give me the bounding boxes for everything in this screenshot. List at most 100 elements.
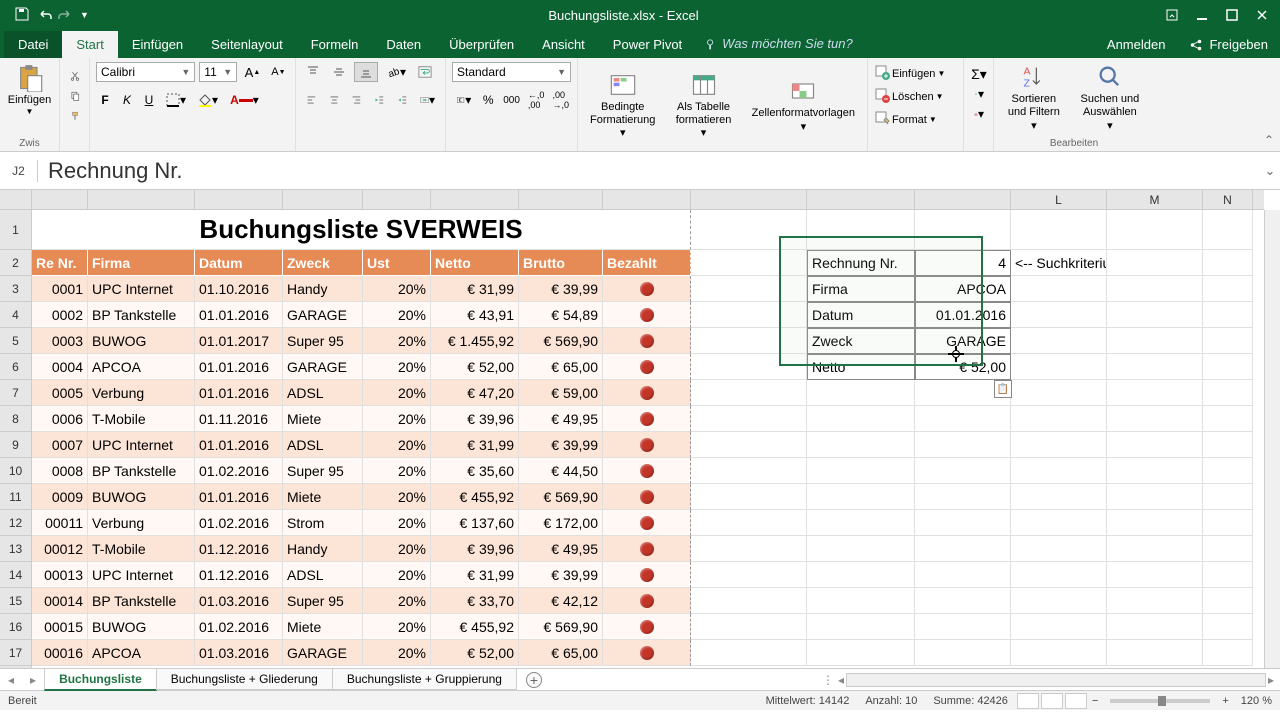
cell[interactable] xyxy=(691,536,807,562)
cell[interactable]: Ust xyxy=(363,250,431,276)
cell[interactable] xyxy=(1203,484,1253,510)
maximize-icon[interactable] xyxy=(1218,4,1246,26)
cell[interactable]: € 172,00 xyxy=(519,510,603,536)
cell[interactable]: € 39,96 xyxy=(431,536,519,562)
cell[interactable] xyxy=(1107,406,1203,432)
cell[interactable] xyxy=(1011,432,1107,458)
cell[interactable]: € 65,00 xyxy=(519,640,603,666)
cell[interactable]: 20% xyxy=(363,614,431,640)
cell[interactable]: APCOA xyxy=(88,640,195,666)
cell[interactable] xyxy=(1203,276,1253,302)
cell[interactable]: € 43,91 xyxy=(431,302,519,328)
cell[interactable] xyxy=(1011,588,1107,614)
cell[interactable]: 01.02.2016 xyxy=(195,614,283,640)
cell[interactable] xyxy=(691,640,807,666)
cell[interactable]: Zweck xyxy=(807,328,915,354)
cell[interactable] xyxy=(807,588,915,614)
cell[interactable] xyxy=(1203,210,1253,250)
cell[interactable]: 00012 xyxy=(32,536,88,562)
row-header[interactable]: 14 xyxy=(0,562,31,588)
hscroll-divider[interactable]: ⋮ xyxy=(820,673,836,687)
sheet-tab-1[interactable]: Buchungsliste xyxy=(44,669,157,691)
cell[interactable]: 01.02.2016 xyxy=(195,510,283,536)
vertical-scrollbar[interactable] xyxy=(1264,210,1280,668)
merge-center-icon[interactable]: ▾ xyxy=(416,90,439,110)
cell[interactable] xyxy=(915,484,1011,510)
cell[interactable] xyxy=(1203,510,1253,536)
cell[interactable] xyxy=(691,302,807,328)
cell[interactable]: Datum xyxy=(807,302,915,328)
cell[interactable]: € 569,90 xyxy=(519,484,603,510)
sort-filter-button[interactable]: AZSortieren und Filtern▾ xyxy=(1000,61,1068,135)
column-header[interactable]: N xyxy=(1203,190,1253,209)
cell[interactable]: Super 95 xyxy=(283,458,363,484)
cell[interactable]: 01.12.2016 xyxy=(195,562,283,588)
paste-button[interactable]: Einfügen▼ xyxy=(6,62,53,119)
tab-insert[interactable]: Einfügen xyxy=(118,31,197,58)
insert-cells-icon[interactable] xyxy=(874,64,890,83)
cell[interactable] xyxy=(603,458,691,484)
column-header[interactable] xyxy=(32,190,88,209)
row-header[interactable]: 16 xyxy=(0,614,31,640)
cell[interactable]: T-Mobile xyxy=(88,536,195,562)
cell[interactable]: Handy xyxy=(283,276,363,302)
zoom-in-button[interactable]: + xyxy=(1218,695,1232,707)
cell[interactable] xyxy=(1011,406,1107,432)
cell[interactable]: 20% xyxy=(363,640,431,666)
cell[interactable]: 20% xyxy=(363,588,431,614)
cell[interactable]: GARAGE xyxy=(283,640,363,666)
formula-input[interactable]: Rechnung Nr. xyxy=(38,154,1260,188)
tab-file[interactable]: Datei xyxy=(4,31,62,58)
wrap-text-icon[interactable] xyxy=(414,62,436,82)
fill-color-icon[interactable]: ▾ xyxy=(194,90,222,110)
cell[interactable] xyxy=(1107,328,1203,354)
row-header[interactable]: 3 xyxy=(0,276,31,302)
cell[interactable]: 20% xyxy=(363,562,431,588)
align-bottom-icon[interactable] xyxy=(354,62,378,82)
cell[interactable]: 01.10.2016 xyxy=(195,276,283,302)
column-header[interactable] xyxy=(603,190,691,209)
align-right-icon[interactable] xyxy=(347,90,366,110)
cell[interactable] xyxy=(915,458,1011,484)
cell[interactable]: € 47,20 xyxy=(431,380,519,406)
title-cell[interactable]: Buchungsliste SVERWEIS xyxy=(32,210,691,250)
cell[interactable]: € 35,60 xyxy=(431,458,519,484)
normal-view-icon[interactable] xyxy=(1017,693,1039,709)
cell[interactable]: 00013 xyxy=(32,562,88,588)
cell[interactable]: € 137,60 xyxy=(431,510,519,536)
cell[interactable]: Netto xyxy=(807,354,915,380)
cell[interactable] xyxy=(1203,432,1253,458)
tab-review[interactable]: Überprüfen xyxy=(435,31,528,58)
cell[interactable] xyxy=(691,588,807,614)
cell[interactable]: Bezahlt xyxy=(603,250,691,276)
cell[interactable]: € 49,95 xyxy=(519,536,603,562)
cell[interactable] xyxy=(1107,380,1203,406)
cell[interactable] xyxy=(1107,640,1203,666)
cell[interactable] xyxy=(1203,406,1253,432)
sheet-nav-next[interactable]: ▸ xyxy=(22,673,44,687)
cell[interactable]: Super 95 xyxy=(283,328,363,354)
cell[interactable]: BUWOG xyxy=(88,484,195,510)
cell[interactable] xyxy=(603,406,691,432)
align-top-icon[interactable] xyxy=(302,62,324,82)
cell[interactable]: <-- Suchkriterium xyxy=(1011,250,1107,276)
cell[interactable]: 01.03.2016 xyxy=(195,588,283,614)
cell[interactable] xyxy=(807,614,915,640)
cell[interactable] xyxy=(1203,328,1253,354)
cell[interactable]: 0008 xyxy=(32,458,88,484)
cell[interactable] xyxy=(807,406,915,432)
column-header[interactable] xyxy=(195,190,283,209)
underline-icon[interactable]: U xyxy=(140,90,158,110)
border-icon[interactable]: ▾ xyxy=(162,90,190,110)
cell[interactable] xyxy=(603,484,691,510)
cell[interactable] xyxy=(603,510,691,536)
bold-icon[interactable]: F xyxy=(96,90,114,110)
cell[interactable] xyxy=(1107,250,1203,276)
cell[interactable]: € 31,99 xyxy=(431,432,519,458)
cell[interactable] xyxy=(603,614,691,640)
column-header[interactable]: M xyxy=(1107,190,1203,209)
cell[interactable] xyxy=(1107,276,1203,302)
cell[interactable]: € 54,89 xyxy=(519,302,603,328)
cell[interactable]: € 569,90 xyxy=(519,328,603,354)
cell[interactable]: T-Mobile xyxy=(88,406,195,432)
